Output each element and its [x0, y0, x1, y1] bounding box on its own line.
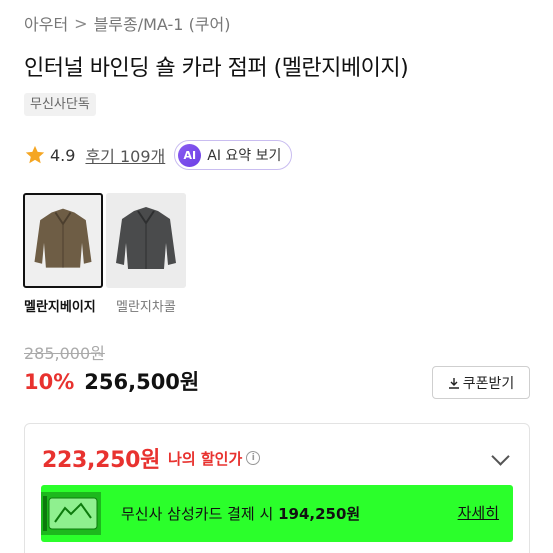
- jacket-image: [25, 195, 101, 286]
- color-option-label: 멜란지베이지: [24, 300, 96, 315]
- breadcrumb-category[interactable]: 아우터: [24, 11, 68, 35]
- coupon-download-button[interactable]: 쿠폰받기: [432, 366, 530, 399]
- ai-summary-button[interactable]: AI AI 요약 보기: [174, 140, 293, 170]
- my-discount-price: 223,250원 나의 할인가 i: [42, 442, 261, 474]
- color-option-melange-beige[interactable]: [23, 193, 103, 288]
- breadcrumb: 아우터 > 블루종/MA-1 (쿠어): [24, 11, 231, 35]
- exclusive-badge: 무신사단독: [24, 93, 96, 116]
- rating-score: 4.9: [50, 145, 76, 165]
- color-option-label: 멜란지차콜: [116, 300, 176, 315]
- sale-price: 256,500원: [84, 370, 200, 394]
- product-title: 인터널 바인딩 숄 카라 점퍼 (멜란지베이지): [24, 56, 409, 81]
- chevron-down-icon[interactable]: [491, 447, 510, 466]
- breadcrumb-subcategory[interactable]: 블루종/MA-1 (쿠어): [94, 11, 231, 35]
- my-discount-panel: 223,250원 나의 할인가 i 무신사 삼성카드 결제 시 194,250원…: [24, 423, 530, 553]
- card-promo-text: 무신사 삼성카드 결제 시 194,250원: [121, 503, 360, 524]
- color-option-melange-charcoal[interactable]: [106, 193, 186, 288]
- ai-summary-label: AI 요약 보기: [207, 148, 282, 164]
- coupon-label: 쿠폰받기: [462, 375, 515, 392]
- card-promo-description: 무신사 삼성카드 결제 시: [121, 505, 274, 523]
- chevron-right-icon: >: [74, 13, 88, 33]
- original-price: 285,000원: [24, 344, 105, 363]
- discount-rate: 10%: [24, 370, 75, 394]
- info-icon[interactable]: i: [246, 451, 261, 465]
- rating-row: 4.9 후기 109개 AI AI 요약 보기: [24, 140, 293, 170]
- star-icon: [25, 145, 45, 164]
- card-promo-price: 194,250원: [278, 505, 361, 523]
- jacket-image: [106, 193, 186, 288]
- price-row: 10% 256,500원: [24, 366, 199, 396]
- my-discount-amount: 223,250원: [42, 448, 161, 473]
- card-promo-image: [41, 492, 101, 535]
- download-icon: [448, 377, 459, 389]
- my-discount-label: 나의 할인가: [168, 449, 243, 468]
- detail-link[interactable]: 자세히: [458, 502, 499, 523]
- ai-icon: AI: [178, 143, 202, 167]
- card-promo-banner[interactable]: 무신사 삼성카드 결제 시 194,250원 자세히: [41, 485, 513, 542]
- review-count-link[interactable]: 후기 109개: [85, 143, 165, 167]
